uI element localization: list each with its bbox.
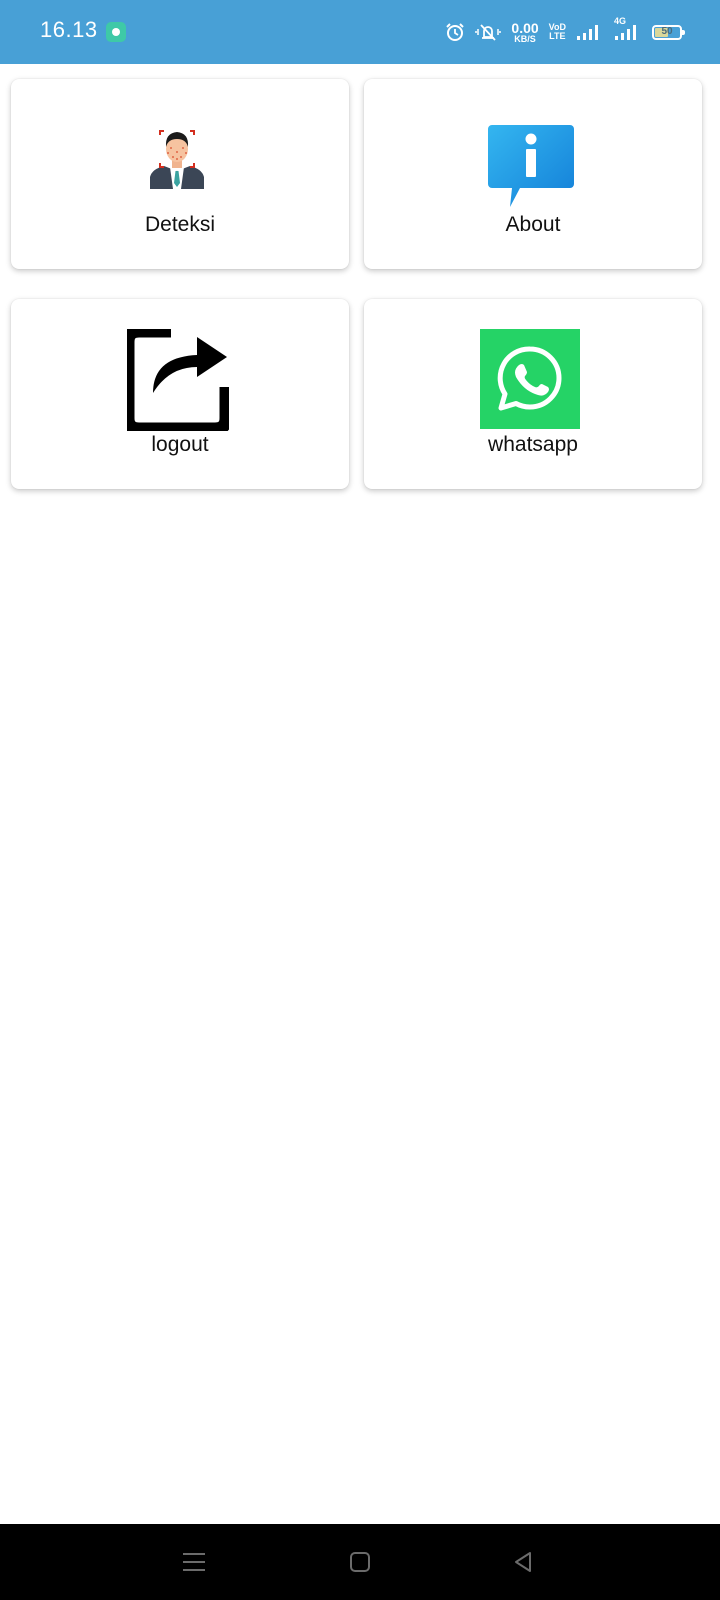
info-icon [488, 125, 574, 207]
face-detection-icon [150, 130, 204, 189]
logout-share-icon [127, 329, 229, 431]
status-bar: 16.13 0.00 KB/S VoD LTE 4G 50 [0, 0, 720, 64]
volte-bottom: LTE [549, 31, 566, 41]
menu-label-whatsapp: whatsapp [488, 433, 578, 456]
network-speed: 0.00 KB/S [511, 21, 538, 44]
whatsapp-icon [480, 329, 580, 429]
alarm-icon [446, 23, 465, 41]
network-type: 4G [614, 16, 627, 26]
net-speed-unit: KB/S [514, 33, 536, 44]
menu-card-logout[interactable]: logout [11, 299, 349, 489]
menu-card-about[interactable]: About [364, 79, 702, 269]
app-notification-icon [106, 22, 126, 42]
menu-icon[interactable] [180, 1548, 208, 1576]
battery-icon: 50 [652, 24, 685, 40]
net-speed-value: 0.00 [511, 19, 539, 36]
menu-label-deteksi: Deteksi [144, 213, 216, 236]
battery-level: 50 [661, 25, 673, 37]
menu-card-deteksi[interactable]: Deteksi [11, 79, 349, 269]
status-icons: 0.00 KB/S VoD LTE 4G 50 [445, 16, 685, 46]
menu-card-whatsapp[interactable]: whatsapp [364, 299, 702, 489]
signal-icon [577, 25, 598, 40]
volte-indicator: VoD LTE [549, 23, 566, 41]
signal-4g: 4G [610, 16, 638, 41]
back-icon[interactable] [510, 1548, 538, 1576]
menu-label-about: About [505, 213, 561, 236]
status-time: 16.13 [40, 17, 98, 42]
menu-label-logout: logout [151, 433, 209, 456]
vibrate-mute-icon [475, 24, 502, 41]
home-icon[interactable] [346, 1548, 374, 1576]
navigation-bar [0, 1524, 720, 1600]
